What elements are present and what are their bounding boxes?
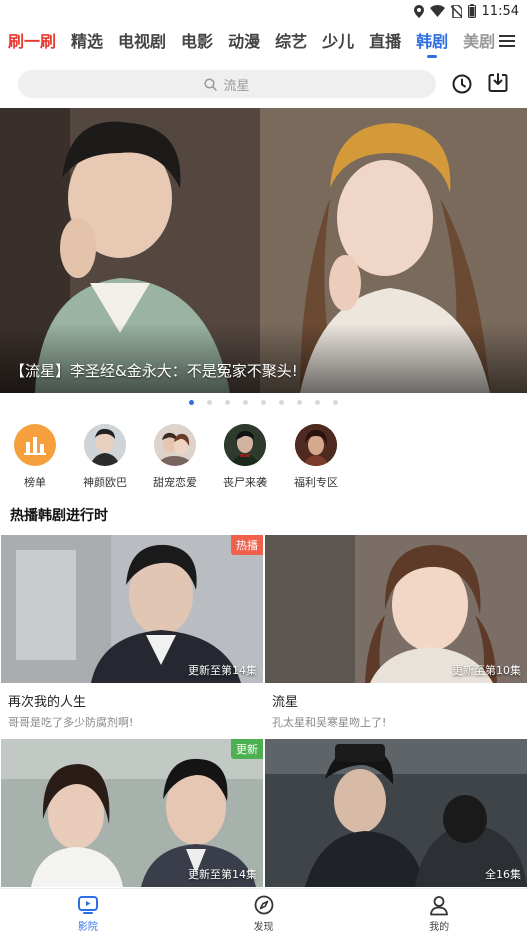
- quick-entries: 榜单 神颜欧巴 甜宠恋爱 丧尸来袭 福利专区: [0, 424, 527, 494]
- category-tabs: 刷一刷 精选 电视剧 电影 动漫 综艺 少儿 直播 韩剧 美剧: [0, 24, 527, 60]
- search-icon: [204, 77, 218, 91]
- status-time: 11:54: [481, 3, 519, 19]
- menu-button[interactable]: [497, 30, 517, 52]
- status-bar: 11:54: [0, 0, 527, 22]
- carousel-dot[interactable]: [189, 400, 194, 405]
- quick-entry-label: 丧尸来袭: [223, 476, 267, 489]
- drama-card[interactable]: 热播 更新至第14集 再次我的人生 哥哥是吃了多少防腐剂啊!: [1, 535, 263, 730]
- nav-mine[interactable]: 我的: [351, 889, 527, 938]
- quick-entry-welfare[interactable]: 福利专区: [281, 424, 351, 490]
- tab-korean-drama[interactable]: 韩剧: [416, 24, 448, 60]
- quick-entry-zombie[interactable]: 丧尸来袭: [210, 424, 280, 490]
- carousel-dot[interactable]: [279, 400, 284, 405]
- tab-variety[interactable]: 综艺: [275, 24, 307, 60]
- quick-entry-label: 榜单: [24, 476, 46, 489]
- quick-entry-handsome[interactable]: 神颜欧巴: [70, 424, 140, 490]
- nav-label: 发现: [253, 922, 274, 933]
- quick-entry-ranking[interactable]: 榜单: [0, 424, 70, 490]
- nav-discover[interactable]: 发现: [176, 889, 352, 938]
- tab-kids[interactable]: 少儿: [322, 24, 354, 60]
- quick-entry-label: 福利专区: [294, 476, 338, 489]
- carousel-indicator: [0, 400, 527, 408]
- play-screen-icon: [77, 896, 98, 914]
- chart-bars-icon: [14, 424, 56, 466]
- card-title: 流星: [272, 695, 299, 710]
- tab-movies[interactable]: 电影: [181, 24, 213, 60]
- tab-live[interactable]: 直播: [369, 24, 401, 60]
- hot-badge: 热播: [231, 535, 263, 555]
- quick-entry-romance[interactable]: 甜宠恋爱: [140, 424, 210, 490]
- tab-tv-series[interactable]: 电视剧: [118, 24, 166, 60]
- carousel-dot[interactable]: [333, 400, 338, 405]
- card-thumbnail: 热播 更新至第14集: [1, 535, 263, 683]
- no-sim-icon: [450, 4, 462, 18]
- banner-caption: 【流星】李圣经&金永大：不是冤家不聚头!: [10, 362, 298, 380]
- avatar: [295, 424, 337, 466]
- download-button[interactable]: [486, 71, 510, 95]
- card-thumbnail: 全16集: [265, 739, 527, 887]
- quick-entry-label: 神颜欧巴: [83, 476, 127, 489]
- episode-label: 更新至第10集: [452, 664, 521, 677]
- tab-shuayishua[interactable]: 刷一刷: [8, 24, 56, 60]
- carousel-dot[interactable]: [225, 400, 230, 405]
- user-icon: [430, 896, 449, 916]
- card-thumbnail: 更新 更新至第14集: [1, 739, 263, 887]
- search-input[interactable]: 流星: [18, 70, 436, 98]
- section-title: 热播韩剧进行时: [10, 508, 108, 524]
- tab-featured[interactable]: 精选: [71, 24, 103, 60]
- card-thumbnail: 更新至第10集: [265, 535, 527, 683]
- quick-entry-label: 甜宠恋爱: [153, 476, 197, 489]
- compass-icon: [254, 895, 273, 915]
- search-placeholder: 流星: [223, 78, 250, 94]
- carousel-dot[interactable]: [297, 400, 302, 405]
- episode-label: 更新至第14集: [188, 868, 257, 881]
- avatar: [154, 424, 196, 466]
- history-button[interactable]: [450, 72, 474, 96]
- carousel-dot[interactable]: [315, 400, 320, 405]
- search-row: 流星: [0, 68, 527, 100]
- location-icon: [413, 4, 424, 18]
- battery-icon: [467, 4, 476, 18]
- carousel-dot[interactable]: [261, 400, 266, 405]
- clock-icon: [452, 74, 472, 94]
- nav-label: 我的: [429, 922, 450, 933]
- avatar: [224, 424, 266, 466]
- card-subtitle: 孔太星和吴寒星吻上了!: [272, 716, 387, 729]
- nav-label: 影院: [77, 922, 98, 933]
- episode-label: 更新至第14集: [188, 664, 257, 677]
- nav-cinema[interactable]: 影院: [0, 889, 176, 938]
- carousel-dot[interactable]: [243, 400, 248, 405]
- card-subtitle: 哥哥是吃了多少防腐剂啊!: [8, 716, 134, 729]
- drama-card[interactable]: 更新至第10集 流星 孔太星和吴寒星吻上了!: [265, 535, 527, 730]
- carousel-dot[interactable]: [207, 400, 212, 405]
- card-title: 再次我的人生: [8, 695, 87, 710]
- menu-icon: [499, 35, 515, 47]
- tab-anime[interactable]: 动漫: [228, 24, 260, 60]
- avatar: [84, 424, 126, 466]
- bottom-navigation: 影院 发现 我的: [0, 888, 527, 938]
- download-icon: [488, 73, 508, 92]
- wifi-icon: [429, 5, 445, 17]
- episode-label: 全16集: [485, 868, 521, 881]
- tab-us-drama[interactable]: 美剧: [463, 24, 495, 60]
- banner-shade: [0, 323, 527, 393]
- hero-banner[interactable]: 【流星】李圣经&金永大：不是冤家不聚头!: [0, 108, 527, 393]
- drama-card[interactable]: 全16集: [265, 739, 527, 887]
- drama-card[interactable]: 更新 更新至第14集: [1, 739, 263, 887]
- new-badge: 更新: [231, 739, 263, 759]
